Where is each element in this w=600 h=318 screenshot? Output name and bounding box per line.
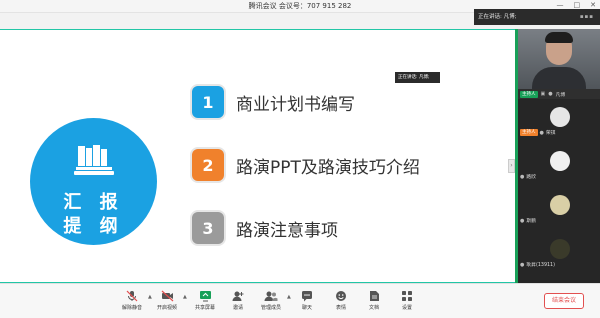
chat-icon [292, 289, 322, 302]
participant-item[interactable]: ● 耿昇(13911) [518, 235, 600, 273]
participant-panel: 主持人 ▣ ● 凡博 主持人 ● 荣祺 ● 路欣 ● 斯鹏 ● 耿昇(13911… [515, 29, 600, 283]
host-badge: 主持人 [520, 129, 538, 136]
toolbar-label: 表情 [335, 305, 346, 311]
mic-icon: ● [520, 261, 525, 268]
participant-item[interactable]: 主持人 ● 荣祺 [518, 103, 600, 141]
unmute-button[interactable]: 解除静音 [117, 289, 147, 315]
toolbar-label: 聊天 [301, 305, 312, 311]
agenda-text: 路演注意事项 [236, 220, 338, 241]
agenda-text: 商业计划书编写 [236, 94, 355, 115]
documents-button[interactable]: 文档 [359, 289, 389, 315]
end-meeting-button[interactable]: 结束会议 [544, 293, 584, 309]
close-button[interactable]: ✕ [590, 1, 596, 9]
window-controls: — □ ✕ [557, 1, 597, 9]
agenda-item-3: 3 路演注意事项 [192, 212, 338, 244]
share-screen-icon [190, 289, 220, 302]
mic-icon: ● [539, 129, 544, 136]
toolbar-label: 文档 [368, 305, 379, 311]
speaking-tooltip: 正在讲话: 凡博; [395, 72, 440, 83]
participant-item[interactable]: ● 斯鹏 [518, 191, 600, 229]
mic-muted-icon [117, 289, 147, 302]
agenda-circle: 汇 报 提 纲 [30, 118, 157, 245]
shared-screen: 汇 报 提 纲 1 商业计划书编写 2 路演PPT及路演技巧介绍 3 路演注意事… [0, 29, 515, 283]
main-video-bar: 主持人 ▣ ● 凡博 [518, 89, 600, 99]
layout-icon[interactable]: ▪▪▪ [580, 9, 594, 25]
host-badge: 主持人 [520, 90, 538, 98]
person-hair [545, 32, 573, 43]
slide-top-border [0, 29, 515, 30]
participant-bar: ● 路欣 [520, 173, 536, 181]
video-options-caret[interactable]: ▲ [183, 294, 187, 300]
avatar [550, 151, 570, 171]
toolbar-label: 共享屏幕 [194, 305, 215, 311]
emoji-icon [326, 289, 356, 302]
agenda-item-2: 2 路演PPT及路演技巧介绍 [192, 149, 420, 181]
speaking-label: 正在讲话: 凡博; [478, 14, 517, 20]
meeting-toolbar: 解除静音 ▲ 开启视频 ▲ 共享屏幕 邀请 管理成员 ▲ 聊天 表情 文档 设置… [0, 283, 600, 318]
settings-icon [392, 289, 422, 302]
participant-name: 荣祺 [545, 131, 556, 136]
participant-bar: ● 斯鹏 [520, 217, 536, 225]
participant-name: 凡博 [555, 92, 566, 98]
participant-bar: ● 耿昇(13911) [520, 261, 555, 269]
minimize-button[interactable]: — [557, 1, 564, 9]
participant-item[interactable]: ● 路欣 [518, 147, 600, 185]
document-icon [359, 289, 389, 302]
chat-button[interactable]: 聊天 [292, 289, 322, 315]
toolbar-label: 管理成员 [260, 305, 281, 311]
person-body [532, 67, 586, 89]
manage-members-button[interactable]: 管理成员 [256, 289, 286, 315]
maximize-button[interactable]: □ [574, 1, 581, 9]
participant-name: 路欣 [526, 175, 536, 180]
circle-title-line2: 提 纲 [63, 216, 124, 237]
participant-bar: 主持人 ● 荣祺 [520, 129, 555, 136]
circle-title-line1: 汇 报 [63, 192, 124, 213]
mic-icon: ● [520, 217, 525, 224]
avatar [550, 195, 570, 215]
meeting-window: 腾讯会议 会议号：707 915 282 — □ ✕ 正在讲话: 凡博; ▪▪▪… [0, 0, 600, 318]
invite-button[interactable]: 邀请 [223, 289, 253, 315]
toolbar-label: 开启视频 [156, 305, 177, 311]
camera-off-icon [152, 289, 182, 302]
avatar [550, 239, 570, 259]
participant-name: 斯鹏 [526, 219, 536, 224]
agenda-number: 2 [192, 149, 224, 181]
mic-icon: ● [548, 91, 553, 97]
agenda-number: 1 [192, 86, 224, 118]
toolbar-label: 邀请 [232, 305, 243, 311]
agenda-number: 3 [192, 212, 224, 244]
main-video[interactable] [518, 29, 600, 89]
start-video-button[interactable]: 开启视频 [152, 289, 182, 315]
invite-icon [223, 289, 253, 302]
avatar [550, 107, 570, 127]
emoji-button[interactable]: 表情 [326, 289, 356, 315]
participant-name: 耿昇(13911) [526, 263, 555, 268]
agenda-item-1: 1 商业计划书编写 [192, 86, 355, 118]
books-laptop-icon [74, 145, 114, 175]
toolbar-label: 解除静音 [121, 305, 142, 311]
settings-button[interactable]: 设置 [392, 289, 422, 315]
members-options-caret[interactable]: ▲ [287, 294, 291, 300]
toolbar-label: 设置 [401, 305, 412, 311]
camera-icon: ▣ [540, 91, 546, 97]
share-screen-button[interactable]: 共享屏幕 [190, 289, 220, 315]
speaking-indicator: 正在讲话: 凡博; ▪▪▪ [474, 9, 600, 25]
collapse-panel-button[interactable]: › [508, 159, 515, 173]
members-icon [256, 289, 286, 302]
agenda-text: 路演PPT及路演技巧介绍 [236, 157, 420, 178]
mic-icon: ● [520, 173, 525, 180]
